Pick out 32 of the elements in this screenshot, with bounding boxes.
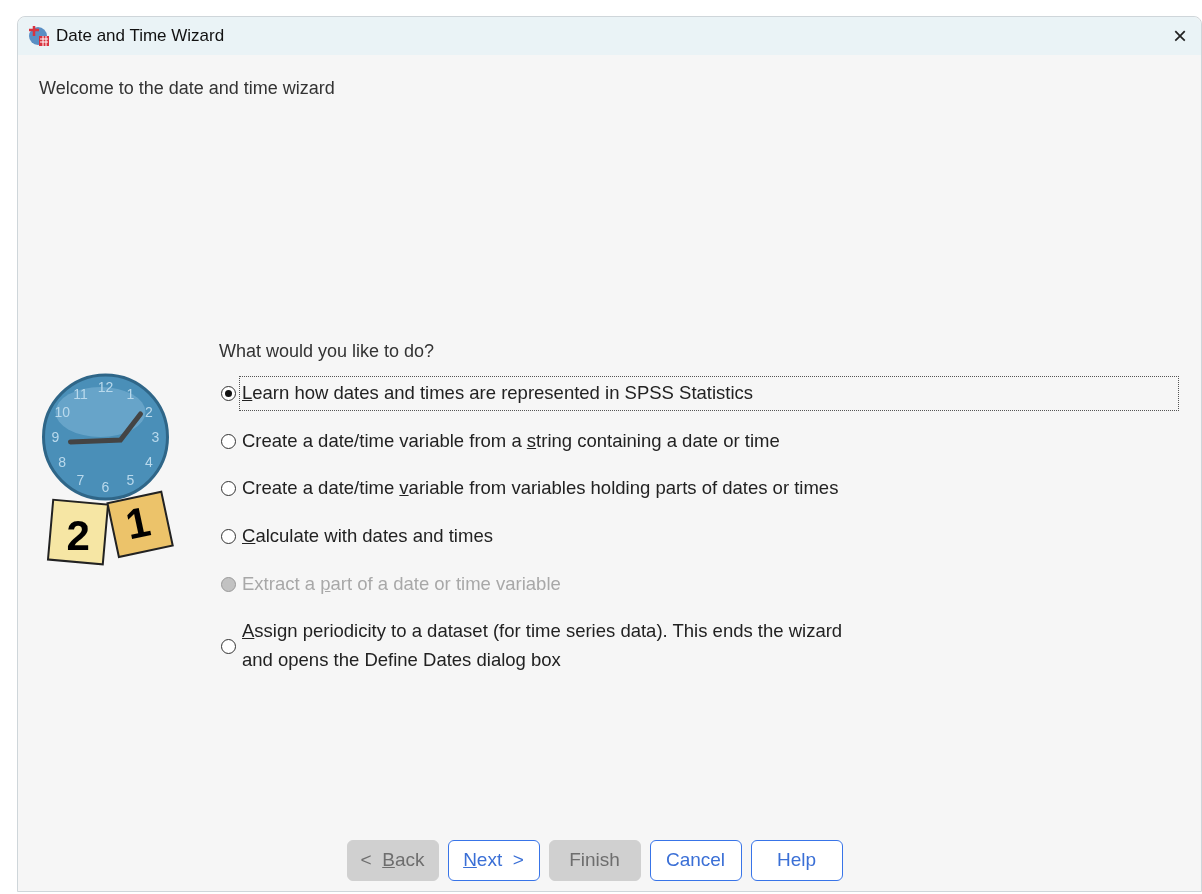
option-label[interactable]: Create a date/time variable from variables holding parts of dates or times [242,474,839,503]
clock-numeral: 5 [126,472,135,489]
clock-numeral: 3 [151,429,160,445]
clock-numeral: 9 [51,429,60,445]
option-label[interactable]: Learn how dates and times are represented in SPSS Statistics [242,379,1176,408]
app-icon [28,25,50,47]
radio-button[interactable] [221,528,236,544]
calendar-page-number: 1 [121,497,155,549]
option-label[interactable]: Assign periodicity to a dataset (for time series data). This ends the wizard and opens the Define Dates dialog box [242,617,843,675]
window-title: Date and Time Wizard [56,25,225,48]
wizard-button[interactable]: Next > [447,840,540,881]
clock-numeral: 11 [73,385,88,402]
wizard-heading: Welcome to the date and time wizard [39,77,336,100]
question-label: What would you like to do? [219,340,436,363]
wizard-button[interactable]: Cancel [649,840,742,881]
radio-button[interactable] [221,481,236,497]
clock-numeral: 1 [126,385,135,402]
clock-numeral: 8 [58,454,67,470]
clock-numeral: 6 [101,479,110,495]
wizard-button[interactable]: Help [750,840,843,881]
clock-numeral: 4 [144,454,153,470]
calendar-page-number: 2 [66,512,90,559]
radio-button[interactable] [221,433,236,449]
clock-numeral: 2 [144,404,153,420]
clock-numeral: 10 [54,404,70,420]
clock-numeral: 7 [76,472,85,489]
clock-numeral: 12 [97,379,114,395]
option-label[interactable]: Calculate with dates and times [242,522,493,551]
radio-button[interactable] [221,638,236,654]
radio-button[interactable] [221,385,236,401]
close-button[interactable]: × [1169,24,1191,48]
option-label[interactable]: Create a date/time variable from a string containing a date or time [242,426,780,456]
